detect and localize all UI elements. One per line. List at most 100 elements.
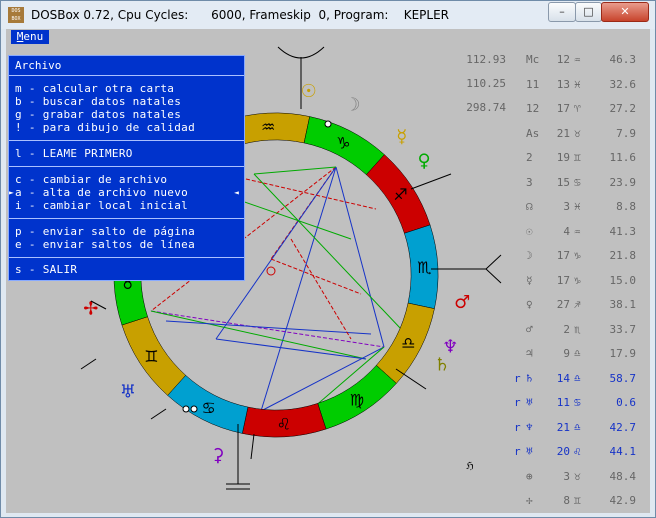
asc-axis-fork xyxy=(485,254,502,284)
window-title: DOSBox 0.72, Cpu Cycles: 6000, Frameskip… xyxy=(31,8,449,22)
menu-item-cambiar-archivo[interactable]: c - cambiar de archivo xyxy=(15,173,167,186)
sign-glyph: ♍ xyxy=(350,391,364,410)
aspect-line xyxy=(270,258,362,295)
minimize-button[interactable]: – xyxy=(548,2,576,22)
sign-symbol: ♐ xyxy=(574,298,581,311)
degree-value: 13 xyxy=(556,77,570,91)
minimize-icon: – xyxy=(559,5,565,18)
sign-symbol: ♊ xyxy=(574,151,581,164)
sign-symbol: ♈ xyxy=(574,102,581,115)
degree-value: 27 xyxy=(556,298,570,311)
menu-separator xyxy=(9,257,244,258)
menu-tab[interactable]: Menu xyxy=(11,30,49,44)
retrograde-flag: r xyxy=(514,445,521,458)
sign-symbol: ♓ xyxy=(574,200,581,213)
sign-glyph: ♌ xyxy=(277,414,291,433)
dosbox-app-icon[interactable]: DOS BOX xyxy=(8,7,24,23)
planet-symbol: 11 xyxy=(526,77,540,91)
sign-symbol: ♌ xyxy=(574,445,581,458)
planet-symbol: ♅ xyxy=(526,445,533,458)
degree-value: 8 xyxy=(563,494,570,507)
house-cusp-tick xyxy=(250,433,255,460)
close-button[interactable]: ✕ xyxy=(601,2,649,22)
menu-item-grabar[interactable]: g - grabar datos natales xyxy=(15,108,181,121)
menu-separator xyxy=(9,140,244,141)
sign-symbol: ♒ xyxy=(574,53,581,66)
aspect-line xyxy=(335,166,385,348)
sign-glyph: ♏ xyxy=(417,258,431,277)
minute-value: 44.1 xyxy=(609,445,637,458)
minute-value: 8.8 xyxy=(616,200,636,213)
cusp-value: 298.74 xyxy=(466,101,506,114)
aspect-line xyxy=(150,310,367,360)
aspect-line xyxy=(253,166,337,175)
menu-item-dibujo[interactable]: ! - para dibujo de calidad xyxy=(15,121,195,134)
planet-symbol: ♂ xyxy=(526,322,533,336)
planet-symbol: ♄ xyxy=(526,371,533,385)
archivo-dropdown: Archivo m - calcular otra carta b - busc… xyxy=(8,55,245,281)
sign-symbol: ♓ xyxy=(574,77,581,91)
degree-value: 17 xyxy=(556,273,570,287)
title-bar[interactable]: DOS BOX DOSBox 0.72, Cpu Cycles: 6000, F… xyxy=(1,1,655,29)
planet-symbol: Mc xyxy=(526,53,540,66)
maximize-icon: □ xyxy=(583,5,594,18)
planet-symbol: 3 xyxy=(526,175,533,189)
sign-symbol: ♋ xyxy=(574,396,581,409)
menu-item-buscar[interactable]: b - buscar datos natales xyxy=(15,95,181,108)
sign-symbol: ♋ xyxy=(574,175,581,189)
retrograde-flag: r xyxy=(514,396,521,409)
minute-value: 23.9 xyxy=(609,175,637,189)
cusp-value: 112.93 xyxy=(466,53,506,66)
degree-value: 12 xyxy=(556,53,570,66)
menu-item-calcular[interactable]: m - calcular otra carta xyxy=(15,82,174,95)
minute-value: 15.0 xyxy=(609,273,637,287)
selection-right-icon: ◄ xyxy=(234,188,239,197)
degree-value: 2 xyxy=(563,322,570,336)
planet-glyph: ✢ xyxy=(83,299,98,320)
menu-item-cambiar-local[interactable]: i - cambiar local inicial xyxy=(15,199,188,212)
degree-value: 11 xyxy=(556,396,570,409)
cusp-value: 110.25 xyxy=(466,77,506,90)
menu-separator xyxy=(9,218,244,219)
house-cusp-tick xyxy=(410,173,452,190)
dos-screen: ♒ ♑ ♐ ♏ ♎ ♍ ♌ ♋ ♊ ♉ ☉ ☽ ☿ ♀ ♂ ♆ ♄ ♅ ⚳ ✢ ℌ Menu Archivo m - c… xyxy=(6,29,650,513)
degree-value: 3 xyxy=(563,469,570,483)
planet-symbol: As xyxy=(526,126,540,140)
menu-item-salir[interactable]: s - SALIR xyxy=(15,263,77,276)
planet-glyph: ⚳ xyxy=(211,445,224,466)
menu-item-salto-pagina[interactable]: p - enviar salto de página xyxy=(15,225,195,238)
planet-glyph: ☽ xyxy=(344,94,360,115)
planet-symbol: ☽ xyxy=(526,249,533,262)
degree-value: 21 xyxy=(556,126,570,140)
planet-glyph: ♀ xyxy=(418,150,431,171)
menu-item-saltos-linea[interactable]: e - enviar saltos de línea xyxy=(15,238,195,251)
minute-value: 17.9 xyxy=(609,347,637,360)
menu-separator xyxy=(9,166,244,167)
planet-glyph: ♄ xyxy=(434,354,450,375)
menu-tab-label: enu xyxy=(23,30,44,43)
close-icon: ✕ xyxy=(620,5,630,18)
degree-value: 4 xyxy=(563,224,570,238)
house-cusp-tick xyxy=(80,358,97,370)
planet-symbol: ⊕ xyxy=(526,469,533,483)
minute-value: 33.7 xyxy=(609,322,637,336)
menu-item-alta-archivo[interactable]: a - alta de archivo nuevo xyxy=(15,186,188,199)
minute-value: 32.6 xyxy=(609,77,637,91)
sign-glyph: ♊ xyxy=(144,347,158,366)
aspect-node xyxy=(266,266,276,276)
minute-value: 38.1 xyxy=(609,298,637,311)
sign-symbol: ♎ xyxy=(574,420,581,434)
aspect-line xyxy=(245,178,377,210)
minute-value: 0.6 xyxy=(616,396,636,409)
degree-value: 15 xyxy=(556,175,570,189)
degree-value: 3 xyxy=(563,200,570,213)
menu-item-leame[interactable]: l - LEAME PRIMERO xyxy=(15,147,133,160)
aspect-line xyxy=(290,238,352,340)
dosbox-window: DOS BOX DOSBox 0.72, Cpu Cycles: 6000, F… xyxy=(0,0,656,518)
planet-symbol: ♃ xyxy=(526,347,533,360)
sign-glyph: ♐ xyxy=(393,185,407,204)
minute-value: 48.4 xyxy=(609,469,637,483)
aspect-line xyxy=(260,166,337,412)
maximize-button[interactable]: □ xyxy=(575,2,602,22)
sign-symbol: ♉ xyxy=(574,126,581,140)
